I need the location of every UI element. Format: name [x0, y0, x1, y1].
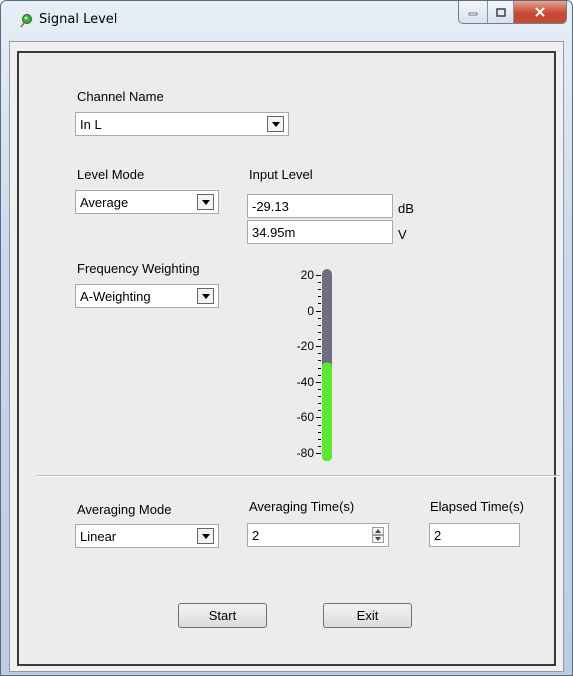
- level-mode-select[interactable]: Average: [75, 190, 219, 214]
- meter-tick-mark: [316, 346, 321, 348]
- meter-fill: [322, 362, 332, 461]
- input-level-v-field: 34.95m: [247, 220, 393, 244]
- frequency-weighting-value: A-Weighting: [80, 289, 151, 304]
- meter-minor-tick: [318, 424, 321, 426]
- title-bar[interactable]: Signal Level: [1, 1, 572, 41]
- meter-minor-tick: [318, 331, 321, 333]
- meter-tick-label: 20: [300, 268, 314, 282]
- meter-tick-label: -20: [296, 339, 314, 354]
- meter-tick-mark: [316, 310, 321, 312]
- elapsed-time-field: 2: [429, 523, 520, 547]
- db-unit-label: dB: [398, 201, 414, 216]
- meter-minor-tick: [318, 410, 321, 412]
- level-mode-label: Level Mode: [77, 167, 145, 182]
- minimize-button[interactable]: [459, 1, 488, 23]
- meter-minor-tick: [318, 353, 321, 355]
- minimize-icon: [468, 12, 478, 16]
- channel-name-label: Channel Name: [77, 89, 164, 104]
- maximize-icon: [495, 7, 506, 17]
- channel-name-select[interactable]: In L: [75, 112, 289, 136]
- meter-minor-tick: [318, 367, 321, 369]
- meter-minor-tick: [318, 438, 321, 440]
- meter-minor-tick: [318, 374, 321, 376]
- meter-minor-tick: [318, 317, 321, 319]
- chevron-down-icon[interactable]: [197, 288, 214, 304]
- meter-minor-tick: [318, 388, 321, 390]
- averaging-mode-label: Averaging Mode: [77, 502, 172, 517]
- chevron-down-icon[interactable]: [197, 194, 214, 210]
- meter-minor-tick: [318, 282, 321, 284]
- input-level-label: Input Level: [249, 167, 313, 182]
- meter-minor-tick: [318, 396, 321, 398]
- close-icon: [535, 7, 545, 17]
- meter-minor-tick: [318, 403, 321, 405]
- meter-minor-tick: [318, 445, 321, 447]
- meter-minor-tick: [318, 296, 321, 298]
- input-level-db-field: -29.13: [247, 194, 393, 218]
- level-mode-value: Average: [80, 195, 129, 210]
- app-icon: [20, 14, 32, 28]
- signal-level-window: Signal Level Channel Name In L Level Mod…: [0, 0, 573, 676]
- window-title: Signal Level: [39, 12, 118, 27]
- chevron-up-icon: [375, 529, 381, 533]
- meter-tick-label: -60: [296, 410, 314, 425]
- meter-minor-tick: [318, 339, 321, 341]
- chevron-down-icon[interactable]: [267, 116, 284, 132]
- v-unit-label: V: [398, 227, 407, 242]
- averaging-mode-select[interactable]: Linear: [75, 524, 219, 548]
- averaging-time-label: Averaging Time(s): [249, 499, 355, 514]
- meter-tick-label: -80: [296, 446, 314, 460]
- spin-down-button[interactable]: [372, 535, 384, 543]
- caption-buttons: [458, 1, 567, 24]
- elapsed-time-label: Elapsed Time(s): [430, 499, 524, 514]
- meter-minor-tick: [318, 360, 321, 362]
- averaging-time-value: 2: [252, 528, 260, 543]
- input-level-v-value: 34.95m: [252, 225, 296, 240]
- frequency-weighting-select[interactable]: A-Weighting: [75, 284, 219, 308]
- meter-minor-tick: [318, 289, 321, 291]
- start-button[interactable]: Start: [178, 603, 267, 628]
- averaging-time-spinner[interactable]: [372, 527, 384, 543]
- content-frame: [17, 51, 556, 666]
- channel-name-value: In L: [80, 117, 102, 132]
- exit-button[interactable]: Exit: [323, 603, 412, 628]
- meter-minor-tick: [318, 324, 321, 326]
- meter-tick-label: 0: [307, 303, 314, 318]
- elapsed-time-value: 2: [434, 528, 442, 543]
- meter-tick-mark: [316, 417, 321, 419]
- maximize-button[interactable]: [488, 1, 514, 23]
- meter-tick-mark: [316, 275, 321, 276]
- spin-up-button[interactable]: [372, 527, 384, 535]
- meter-minor-tick: [318, 303, 321, 305]
- meter-minor-tick: [318, 431, 321, 433]
- meter-tick-label: -40: [296, 374, 314, 389]
- frequency-weighting-label: Frequency Weighting: [77, 261, 200, 276]
- chevron-down-icon[interactable]: [197, 528, 214, 544]
- averaging-time-input[interactable]: 2: [247, 523, 389, 547]
- input-level-db-value: -29.13: [252, 199, 289, 214]
- meter-tick-mark: [316, 381, 321, 383]
- averaging-mode-value: Linear: [80, 529, 117, 544]
- meter-tick-mark: [316, 453, 321, 454]
- section-divider: [37, 475, 560, 477]
- chevron-down-icon: [375, 537, 381, 541]
- close-button[interactable]: [514, 1, 566, 23]
